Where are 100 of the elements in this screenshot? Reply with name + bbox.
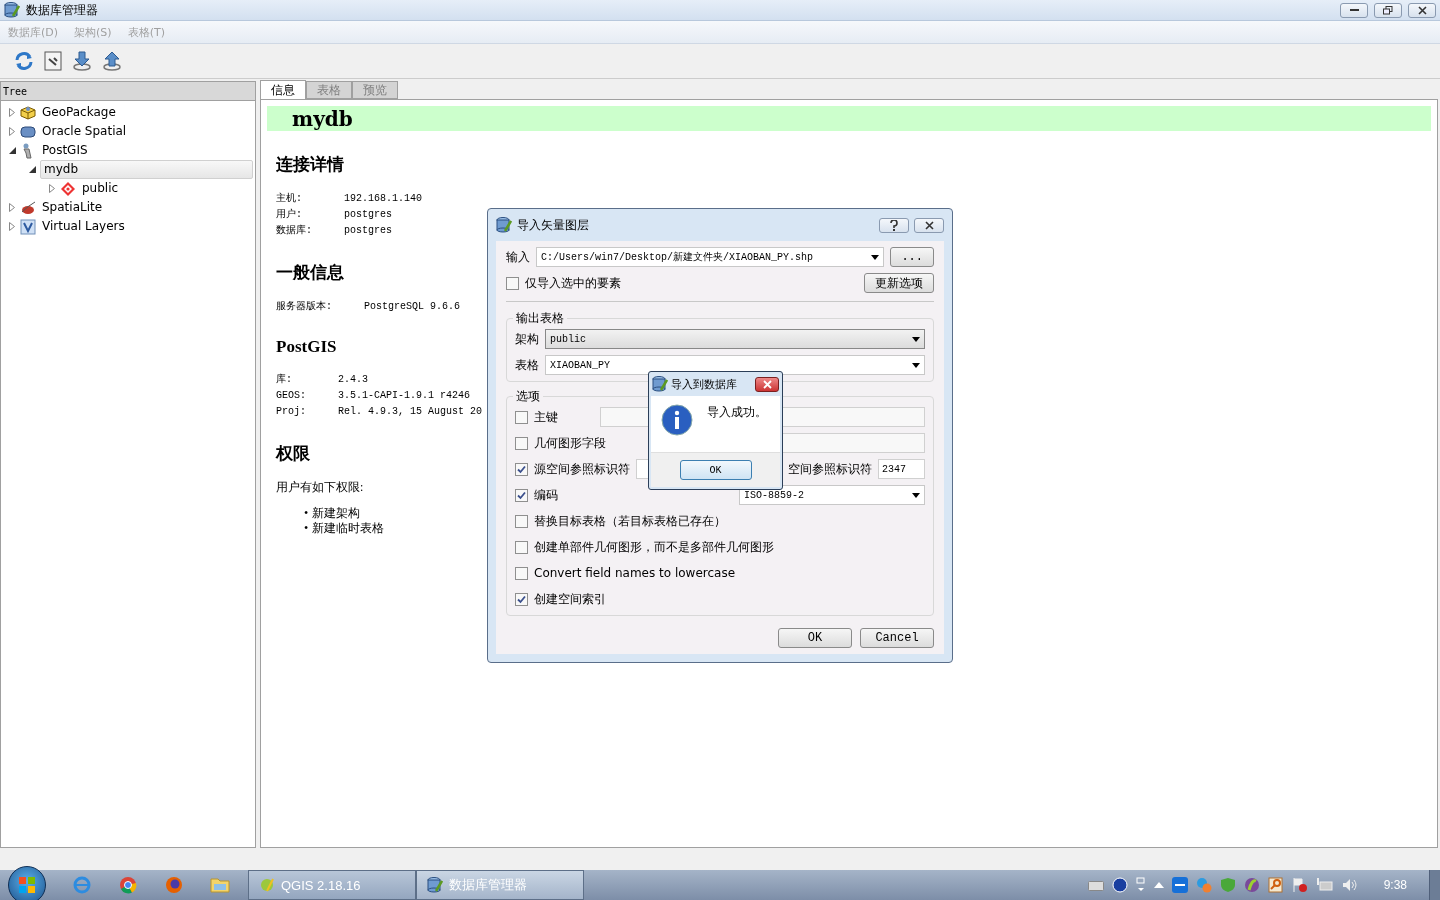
tab[interactable]: 信息 (260, 80, 306, 99)
group-title: 选项 (513, 388, 543, 405)
section-heading: PostGIS (276, 337, 337, 357)
expanded-arrow-icon[interactable] (8, 147, 16, 154)
window-title: 数据库管理器 (26, 1, 99, 19)
checkbox[interactable] (515, 462, 528, 476)
restore-button[interactable] (1374, 2, 1402, 18)
checkbox-label: 创建空间索引 (534, 590, 606, 608)
dropdown-arrow-icon (871, 254, 880, 260)
info-value: postgres (344, 208, 394, 222)
checkbox[interactable] (515, 566, 528, 580)
update-options-button[interactable]: 更新选项 (864, 273, 934, 293)
close-icon (762, 379, 772, 389)
checkbox-label: 创建单部件几何图形，而不是多部件几何图形 (534, 538, 774, 556)
folder-icon[interactable] (210, 875, 230, 895)
ok-button[interactable]: OK (679, 460, 752, 480)
browser-icon[interactable] (164, 875, 184, 895)
field-label: 输入 (506, 248, 530, 266)
collapsed-arrow-icon[interactable] (9, 127, 15, 136)
upload-icon[interactable] (102, 51, 122, 71)
help-icon (890, 219, 898, 231)
checkbox-label: 编码 (534, 486, 559, 504)
database-icon (652, 376, 668, 392)
tree-item[interactable]: Virtual Layers (39, 218, 128, 235)
checkbox[interactable] (515, 436, 528, 450)
checkbox-label: 几何图形字段 (534, 434, 606, 452)
flag-icon[interactable] (1291, 877, 1308, 893)
checkbox[interactable] (515, 592, 528, 606)
checkbox-label: Convert field names to lowercase (534, 566, 736, 580)
refresh-icon[interactable] (14, 51, 34, 71)
tree-item[interactable]: SpatiaLite (39, 199, 106, 216)
tree-item[interactable]: PostGIS (39, 142, 91, 159)
checkbox[interactable] (515, 488, 528, 502)
dropdown-arrow-icon (912, 492, 920, 498)
download-icon[interactable] (72, 51, 92, 71)
info-value: PostgreSQL 9.6.6 (364, 300, 461, 314)
windows-logo-icon (18, 876, 36, 894)
srid-field[interactable]: 2347 (878, 459, 925, 479)
checkbox[interactable] (515, 540, 528, 554)
checkbox[interactable] (506, 276, 519, 290)
tree-item[interactable]: Oracle Spatial (39, 123, 130, 140)
dialog-button[interactable]: Cancel (860, 628, 934, 648)
feather-icon (20, 199, 36, 216)
info-value: 3.5.1-CAPI-1.9.1 r4246 (338, 389, 472, 403)
encoding-dropdown[interactable]: ISO-8859-2 (739, 485, 925, 505)
remote-icon[interactable] (1171, 877, 1188, 893)
help-button[interactable] (879, 217, 909, 233)
tree-item[interactable]: mydb (40, 160, 253, 179)
start-button[interactable] (8, 866, 46, 900)
database-icon (4, 2, 20, 18)
clock: 9:38 (1383, 878, 1407, 892)
collapsed-arrow-icon[interactable] (9, 203, 15, 212)
collapsed-arrow-icon[interactable] (9, 222, 15, 231)
list-item: 新建架构 (312, 506, 361, 520)
database-icon (496, 217, 512, 233)
dialog-title: 导入到数据库 (671, 376, 737, 392)
close-icon (1417, 5, 1427, 15)
close-button[interactable] (1408, 2, 1436, 18)
checkbox[interactable] (515, 514, 528, 528)
dialog-title: 导入矢量图层 (517, 216, 590, 234)
input-file-dropdown[interactable]: C:/Users/win7/Desktop/新建文件夹/XIAOBAN_PY.shp (536, 247, 885, 267)
collapsed-arrow-icon[interactable] (9, 108, 15, 117)
search-icon[interactable] (1267, 877, 1284, 893)
info-label: 用户: (276, 207, 303, 222)
info-label: 服务器版本: (276, 300, 332, 314)
section-heading: 一般信息 (276, 262, 344, 284)
browse-button[interactable]: ... (890, 247, 934, 267)
info-label: 库: (276, 372, 293, 387)
section-heading: 连接详情 (276, 154, 344, 176)
minimize-button[interactable] (1340, 2, 1368, 18)
network-icon[interactable] (1315, 877, 1334, 893)
info-label: GEOS: (276, 389, 306, 403)
collapsed-arrow-icon[interactable] (49, 184, 55, 193)
info-value: 192.168.1.140 (344, 192, 423, 206)
tree-item[interactable]: GeoPackage (39, 104, 119, 121)
section-heading: 权限 (276, 443, 310, 465)
restore-icon (1383, 5, 1393, 15)
table-dropdown[interactable]: XIAOBAN_PY (545, 355, 925, 375)
leaf-icon[interactable] (1243, 877, 1260, 893)
schema-dropdown[interactable]: public (545, 329, 925, 349)
close-button[interactable] (914, 217, 944, 233)
bullet: • (304, 506, 309, 520)
windows-icon[interactable] (1135, 877, 1146, 893)
speaker-icon[interactable] (1341, 877, 1358, 893)
close-button[interactable] (755, 376, 779, 392)
app-icon (259, 877, 275, 893)
checkbox-label: 源空间参照标识符 (534, 460, 630, 478)
keyboard-icon[interactable] (1087, 879, 1104, 891)
help-icon[interactable] (1111, 877, 1128, 893)
field-label: 架构 (515, 330, 539, 348)
up-arrow-icon[interactable] (1153, 881, 1164, 889)
dialog-button[interactable]: OK (778, 628, 852, 648)
info-value: postgres (344, 224, 394, 238)
info-label: Proj: (276, 405, 306, 419)
document-icon[interactable] (44, 51, 62, 71)
checkbox[interactable] (515, 410, 528, 424)
browser-icon[interactable] (118, 875, 138, 895)
expanded-arrow-icon[interactable] (28, 166, 36, 173)
tree-item[interactable]: public (79, 180, 122, 197)
message-text: 导入成功。 (707, 404, 767, 421)
